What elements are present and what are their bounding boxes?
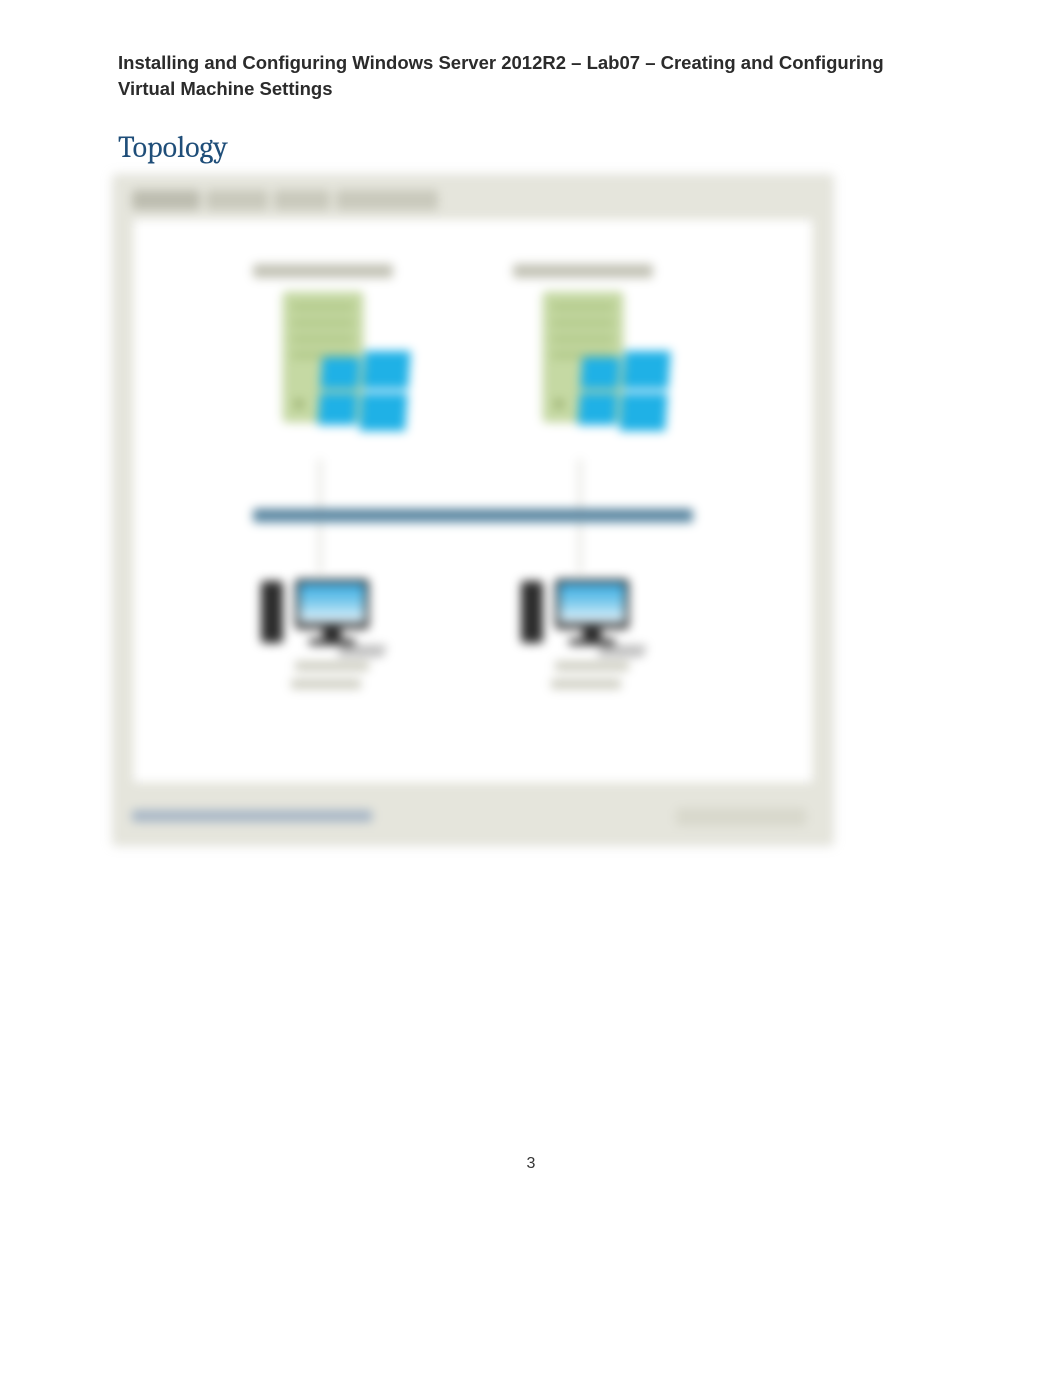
- network-connector: [319, 459, 321, 509]
- network-bus: [253, 509, 693, 523]
- diagram-footer-link: [132, 810, 372, 822]
- page-number: 3: [0, 1155, 1062, 1173]
- diagram-footer-control: [676, 808, 806, 826]
- topology-diagram: [113, 175, 833, 845]
- document-header-title: Installing and Configuring Windows Serve…: [118, 50, 944, 102]
- server-icon: [283, 292, 363, 422]
- keyboard-icon: [597, 645, 647, 657]
- network-connector: [579, 523, 581, 573]
- host-label: [291, 679, 361, 689]
- network-connector: [579, 459, 581, 509]
- pc-tower-icon: [261, 581, 283, 643]
- pc-tower-icon: [521, 581, 543, 643]
- diagram-canvas: [132, 218, 814, 784]
- diagram-tab: [206, 190, 268, 210]
- vm-node: [253, 264, 393, 422]
- vm-node-label: [253, 264, 393, 278]
- windows-logo-icon: [317, 351, 413, 431]
- diagram-tab: [336, 190, 438, 210]
- diagram-tabs: [114, 176, 832, 220]
- windows-logo-icon: [577, 351, 673, 431]
- diagram-tab: [274, 190, 330, 210]
- vm-node-label: [513, 264, 653, 278]
- vm-node: [513, 264, 653, 422]
- server-icon: [543, 292, 623, 422]
- diagram-tab: [132, 190, 200, 210]
- network-connector: [319, 523, 321, 573]
- section-heading-topology: Topology: [118, 130, 944, 165]
- keyboard-icon: [337, 645, 387, 657]
- host-label: [551, 679, 621, 689]
